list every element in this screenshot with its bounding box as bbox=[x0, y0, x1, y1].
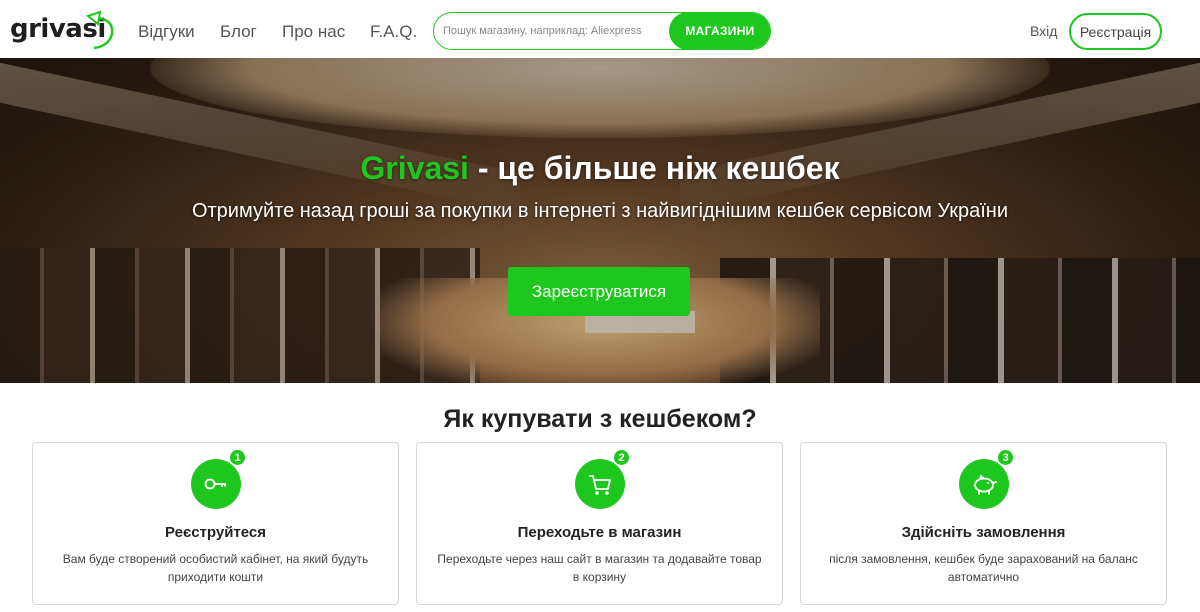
hero-subtitle: Отримуйте назад гроші за покупки в інтер… bbox=[191, 200, 1009, 222]
store-search: МАГАЗИНИ bbox=[433, 12, 771, 50]
step-card: 2 Переходьте в магазин Переходьте через … bbox=[416, 442, 783, 605]
step-icon-circle bbox=[959, 459, 1009, 509]
cart-icon bbox=[589, 475, 611, 495]
step-title: Реєструйтеся bbox=[164, 524, 267, 541]
step-text: Вам буде створений особистий кабінет, на… bbox=[62, 552, 369, 584]
nav-about[interactable]: Про нас bbox=[282, 22, 345, 42]
nav-faq[interactable]: F.A.Q. bbox=[370, 22, 417, 42]
step-title: Здійсніть замовлення bbox=[901, 524, 1066, 541]
site-header: grivasi Відгуки Блог Про нас F.A.Q. МАГА… bbox=[0, 0, 1200, 58]
logo[interactable]: grivasi bbox=[10, 10, 115, 50]
step-text: після замовлення, кешбек буде зараховани… bbox=[829, 552, 1138, 584]
step-number-badge: 1 bbox=[229, 449, 246, 466]
register-button[interactable]: Реєстрація bbox=[1069, 13, 1162, 50]
hero-title: Grivasi - це більше ніж кешбек bbox=[0, 150, 1200, 187]
piggy-bank-icon bbox=[974, 474, 997, 495]
step-title: Переходьте в магазин bbox=[517, 524, 682, 541]
hero-title-rest: - це більше ніж кешбек bbox=[468, 150, 840, 186]
logo-arrow-icon bbox=[85, 10, 114, 50]
nav-reviews[interactable]: Відгуки bbox=[138, 22, 195, 42]
step-text: Переходьте через наш сайт в магазин та д… bbox=[437, 552, 762, 584]
key-icon bbox=[204, 478, 226, 490]
step-number-badge: 3 bbox=[997, 449, 1014, 466]
step-icon-circle bbox=[575, 459, 625, 509]
step-card: 3 Здійсніть замовлення після замовлення,… bbox=[800, 442, 1167, 605]
step-card: 1 Реєструйтеся Вам буде створений особис… bbox=[32, 442, 399, 605]
steps-title: Як купувати з кешбеком? bbox=[443, 405, 757, 433]
search-input[interactable] bbox=[443, 13, 673, 49]
login-link[interactable]: Вхід bbox=[1030, 23, 1057, 39]
nav-blog[interactable]: Блог bbox=[220, 22, 257, 42]
step-number-badge: 2 bbox=[613, 449, 630, 466]
stores-button[interactable]: МАГАЗИНИ bbox=[669, 13, 770, 49]
step-icon-circle bbox=[191, 459, 241, 509]
hero-register-button[interactable]: Зареєструватися bbox=[508, 267, 690, 316]
hero-title-brand: Grivasi bbox=[360, 150, 469, 186]
hero-banner: Grivasi - це більше ніж кешбек Отримуйте… bbox=[0, 58, 1200, 383]
